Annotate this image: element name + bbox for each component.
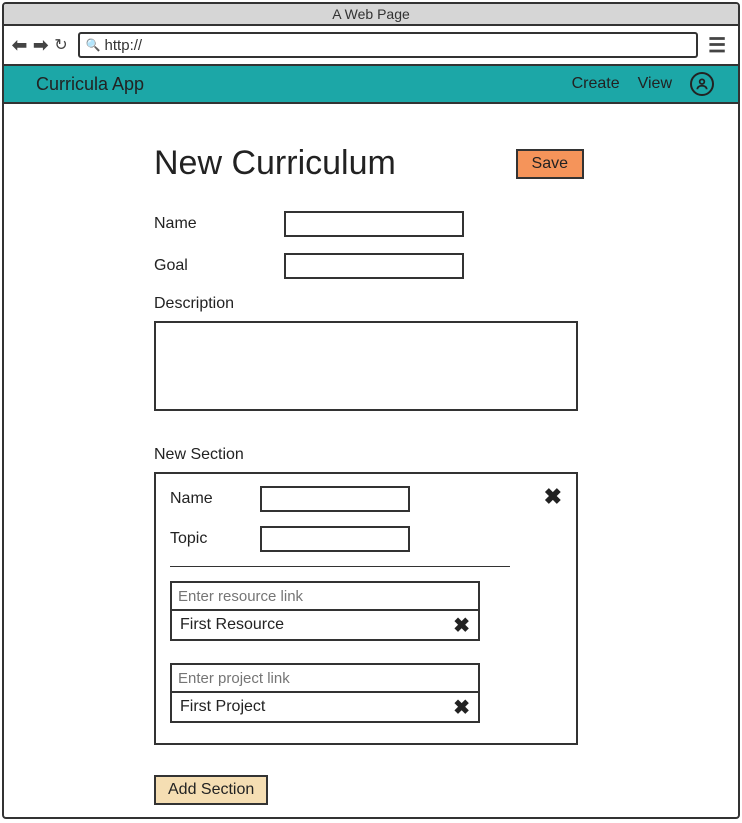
app-nav: Create View (572, 72, 714, 96)
forward-icon[interactable]: ➡ (33, 36, 48, 54)
section-box: ✖ Name Topic First Resource ✖ (154, 472, 578, 745)
project-item: First Project ✖ (170, 691, 480, 723)
nav-create[interactable]: Create (572, 75, 620, 93)
menu-icon[interactable]: ☰ (704, 33, 730, 58)
section-divider (170, 566, 510, 567)
name-row: Name (154, 211, 584, 237)
section-name-row: Name (170, 486, 562, 512)
description-label: Description (154, 295, 584, 313)
form-container: New Curriculum Save Name Goal Descriptio… (154, 144, 584, 805)
url-bar[interactable]: 🔍 (78, 32, 698, 58)
nav-view[interactable]: View (638, 75, 672, 93)
project-input-wrap (170, 663, 480, 693)
section-topic-row: Topic (170, 526, 562, 552)
refresh-icon[interactable]: ↻ (54, 35, 67, 55)
resource-link-input[interactable] (172, 583, 478, 609)
search-icon: 🔍 (86, 38, 101, 52)
app-window: A Web Page ⬅ ➡ ↻ 🔍 ☰ Curricula App Creat… (2, 2, 740, 819)
resource-input-wrap (170, 581, 480, 611)
page-title: New Curriculum (154, 144, 396, 183)
section-name-input[interactable] (260, 486, 410, 512)
project-group: First Project ✖ (170, 663, 562, 723)
section-close-icon[interactable]: ✖ (544, 484, 562, 510)
header-row: New Curriculum Save (154, 144, 584, 183)
goal-label: Goal (154, 257, 284, 275)
name-input[interactable] (284, 211, 464, 237)
description-input[interactable] (154, 321, 578, 411)
resource-group: First Resource ✖ (170, 581, 562, 641)
resource-remove-icon[interactable]: ✖ (453, 613, 470, 638)
save-button[interactable]: Save (516, 149, 584, 179)
browser-toolbar: ⬅ ➡ ↻ 🔍 ☰ (4, 26, 738, 66)
section-name-label: Name (170, 490, 260, 508)
project-link-input[interactable] (172, 665, 478, 691)
add-section-button[interactable]: Add Section (154, 775, 268, 805)
back-icon[interactable]: ⬅ (12, 36, 27, 54)
window-title: A Web Page (332, 6, 410, 22)
user-icon[interactable] (690, 72, 714, 96)
project-remove-icon[interactable]: ✖ (453, 695, 470, 720)
page-content: New Curriculum Save Name Goal Descriptio… (4, 104, 738, 817)
resource-item: First Resource ✖ (170, 609, 480, 641)
section-label: New Section (154, 446, 584, 464)
app-header: Curricula App Create View (4, 66, 738, 104)
section-topic-input[interactable] (260, 526, 410, 552)
resource-item-label: First Resource (180, 616, 284, 634)
project-item-label: First Project (180, 698, 265, 716)
goal-row: Goal (154, 253, 584, 279)
name-label: Name (154, 215, 284, 233)
app-title: Curricula App (36, 74, 144, 95)
goal-input[interactable] (284, 253, 464, 279)
window-titlebar: A Web Page (4, 4, 738, 26)
section-topic-label: Topic (170, 530, 260, 548)
url-input[interactable] (105, 37, 691, 54)
